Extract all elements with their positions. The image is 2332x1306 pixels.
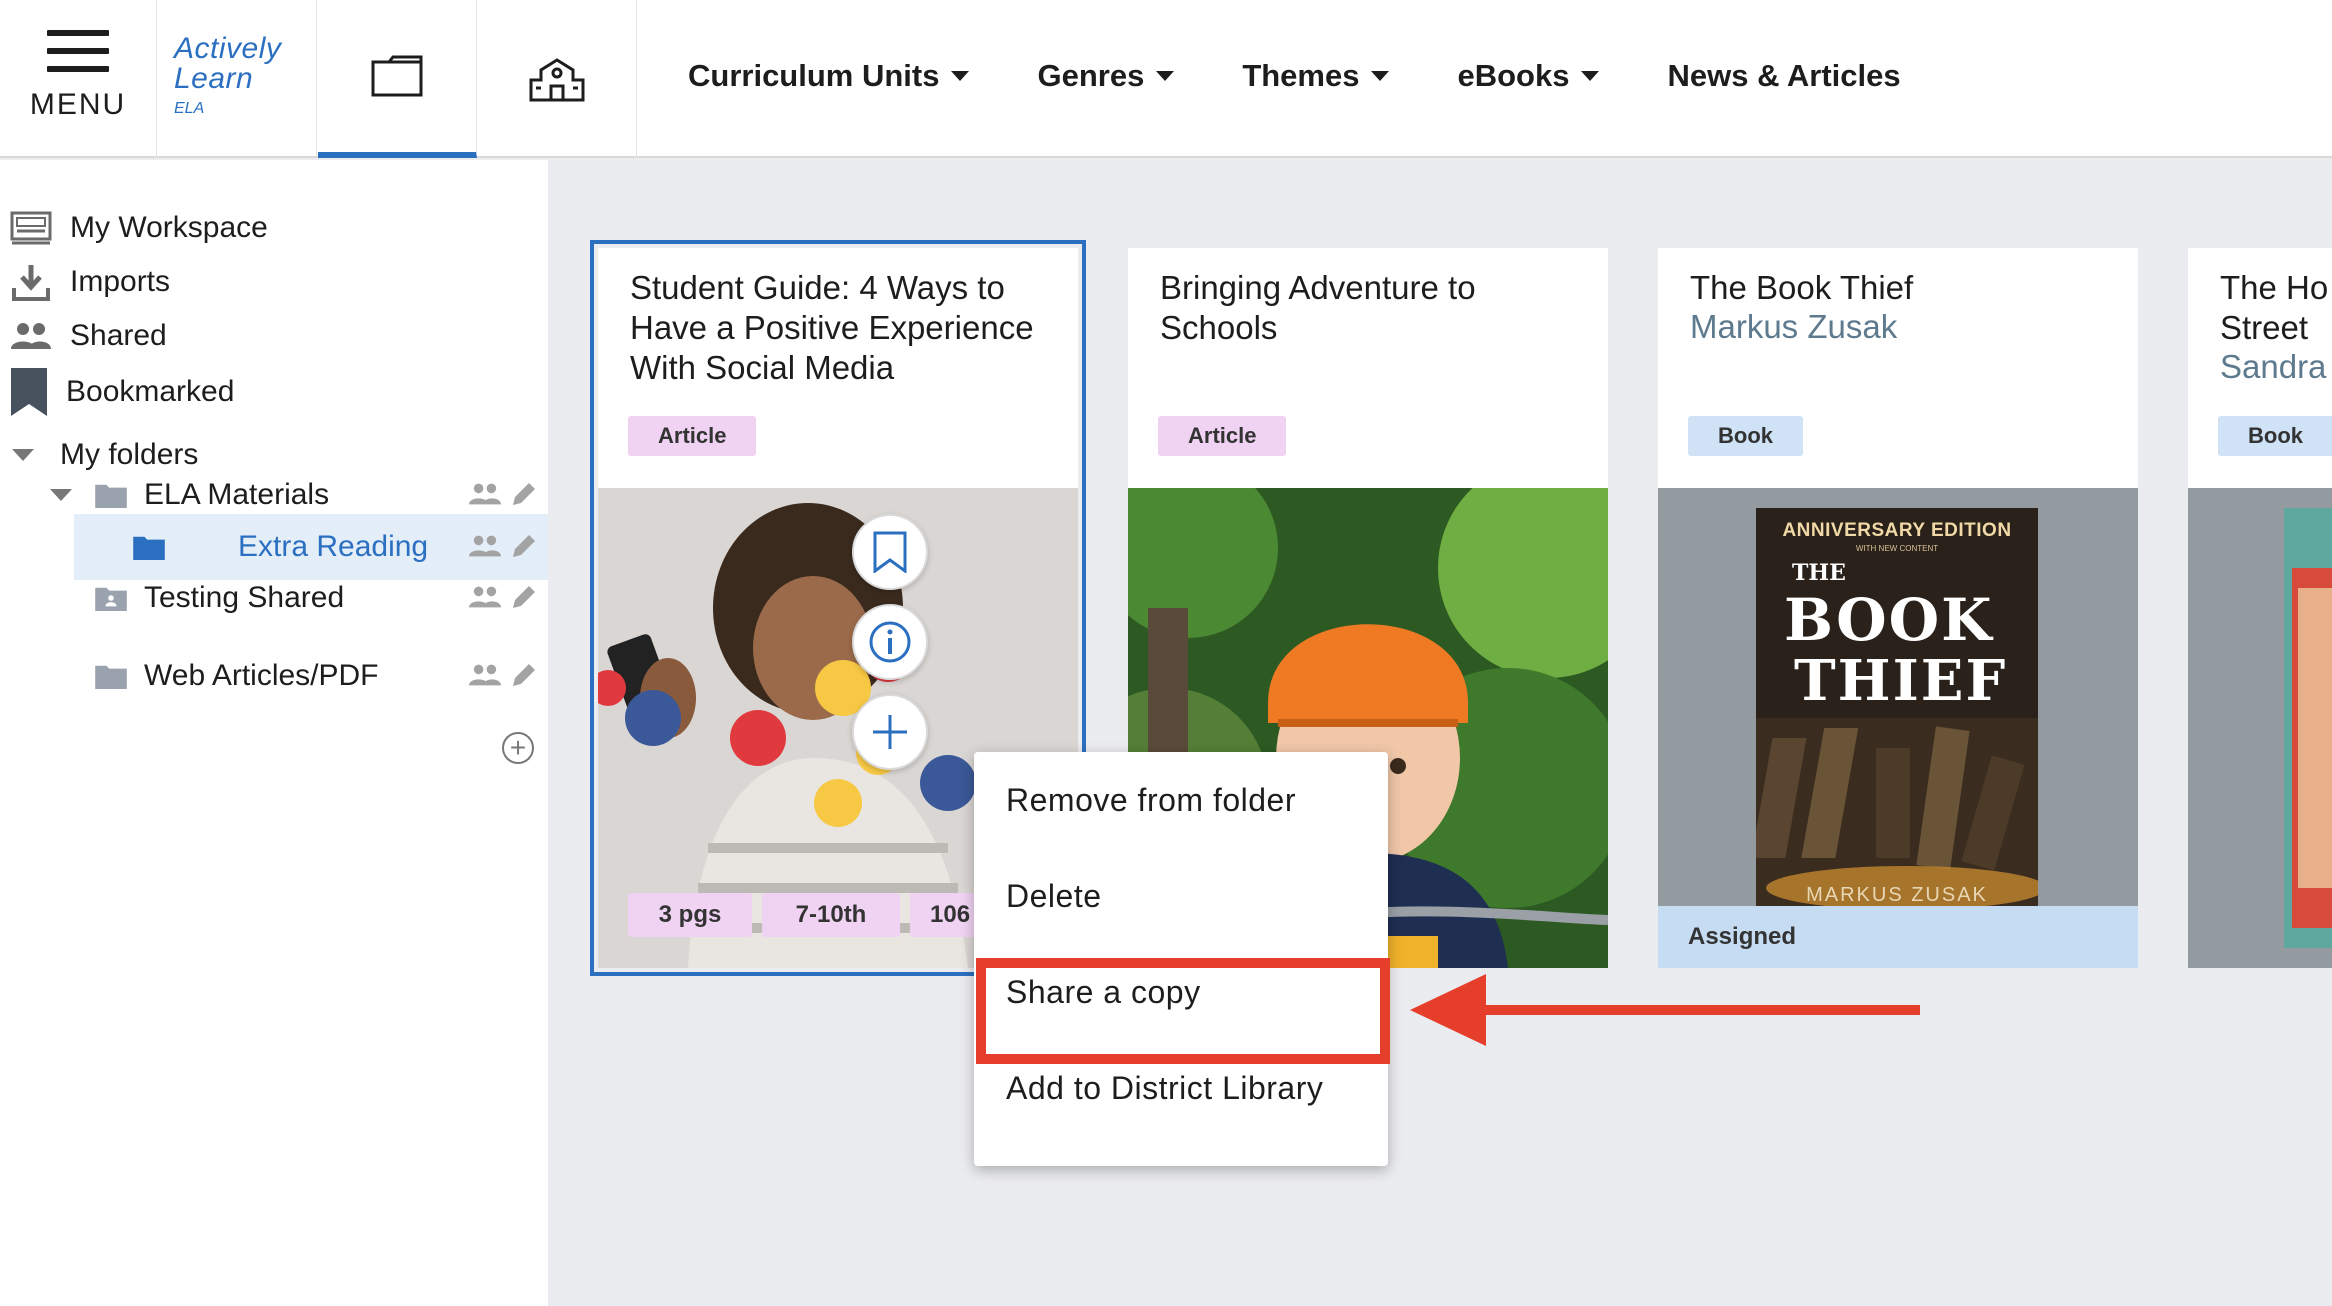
school-icon [529, 58, 585, 102]
edit-pencil-icon[interactable] [510, 480, 538, 508]
type-badge: Article [1158, 416, 1287, 456]
folder-testing-shared[interactable]: Testing Shared [0, 565, 548, 631]
shared-people-icon[interactable] [468, 585, 502, 609]
shared-people-icon[interactable] [468, 482, 502, 506]
content-card-partial[interactable]: The Ho Street Sandra Book [2188, 248, 2332, 968]
folder-web-articles-pdf[interactable]: Web Articles/PDF [0, 643, 548, 709]
bookmark-icon [6, 368, 52, 416]
nav-curriculum-units[interactable]: Curriculum Units [688, 58, 970, 94]
folder-icon [371, 55, 423, 97]
card-title: Student Guide: 4 Ways to Have a Positive… [630, 269, 1034, 386]
sidebar-item-shared[interactable]: Shared [0, 306, 167, 366]
content-card-book-thief[interactable]: The Book Thief Markus Zusak Book ANNIVER… [1658, 248, 2138, 968]
sidebar-item-bookmarked[interactable]: Bookmarked [0, 362, 234, 422]
card-author: Sandra [2220, 348, 2327, 385]
sidebar-item-imports[interactable]: Imports [0, 252, 170, 312]
nav-ebooks[interactable]: eBooks [1457, 58, 1600, 94]
sidebar: My Workspace Imports Shared Bookmarked M… [0, 160, 548, 1306]
type-badge: Book [2218, 416, 2332, 456]
nav-themes[interactable]: Themes [1242, 58, 1390, 94]
edit-pencil-icon[interactable] [510, 532, 538, 560]
chevron-down-icon [951, 71, 970, 81]
school-tab[interactable] [478, 0, 637, 158]
page-count-pill: 3 pgs [628, 893, 752, 937]
add-folder-icon[interactable]: + [502, 732, 534, 764]
grade-range-pill: 7-10th [762, 893, 900, 937]
chevron-down-icon [50, 489, 72, 501]
workspace-icon [8, 208, 54, 248]
info-icon [869, 621, 911, 663]
folder-icon [95, 484, 127, 508]
book-cover: ANNIVERSARY EDITION WITH NEW CONTENT THE… [1756, 508, 2038, 908]
card-author: Markus Zusak [1690, 308, 1898, 345]
folder-icon [133, 536, 165, 560]
type-badge: Book [1688, 416, 1803, 456]
annotation-highlight-box [976, 958, 1390, 1064]
nav-genres[interactable]: Genres [1037, 58, 1175, 94]
nav-news-articles[interactable]: News & Articles [1667, 58, 1900, 94]
hamburger-icon [47, 30, 109, 72]
folder-tab[interactable] [318, 0, 477, 158]
bookmark-icon [873, 531, 907, 573]
dominoes-illustration [1756, 718, 2038, 908]
chevron-down-icon [12, 449, 34, 461]
edit-pencil-icon[interactable] [510, 661, 538, 689]
card-title: The Ho Street Sandra [2220, 268, 2332, 386]
bookmark-button[interactable] [852, 514, 928, 590]
card-thumbnail: ANNIVERSARY EDITION WITH NEW CONTENT THE… [1658, 488, 2138, 968]
menu-item-delete[interactable]: Delete [974, 848, 1388, 944]
actively-learn-logo[interactable]: Actively Learn ELA [158, 0, 317, 158]
card-title: Bringing Adventure to Schools [1160, 269, 1476, 346]
download-icon [8, 262, 54, 302]
menu-label: MENU [29, 88, 127, 121]
edit-pencil-icon[interactable] [510, 583, 538, 611]
sidebar-item-my-workspace[interactable]: My Workspace [0, 198, 268, 258]
card-title: The Book Thief Markus Zusak [1690, 268, 2118, 346]
main-nav: Curriculum Units Genres Themes eBooks Ne… [688, 0, 1901, 152]
more-actions-button[interactable] [852, 694, 928, 770]
menu-button[interactable]: MENU [0, 0, 157, 158]
top-navigation-bar: MENU Actively Learn ELA Curriculum Units… [0, 0, 2332, 158]
folder-icon [95, 665, 127, 689]
shared-folder-icon [95, 587, 127, 611]
book-cover [2284, 508, 2332, 948]
card-thumbnail [2188, 488, 2332, 968]
chevron-down-icon [1581, 71, 1600, 81]
plus-icon [873, 715, 907, 749]
info-button[interactable] [852, 604, 928, 680]
type-badge: Article [628, 416, 757, 456]
menu-item-remove-from-folder[interactable]: Remove from folder [974, 752, 1388, 848]
chevron-down-icon [1371, 71, 1390, 81]
chevron-down-icon [1156, 71, 1175, 81]
people-icon [8, 316, 54, 356]
annotation-arrow [1468, 1005, 1920, 1015]
shared-people-icon[interactable] [468, 663, 502, 687]
shared-people-icon[interactable] [468, 534, 502, 558]
assigned-status-bar: Assigned [1658, 906, 2138, 968]
